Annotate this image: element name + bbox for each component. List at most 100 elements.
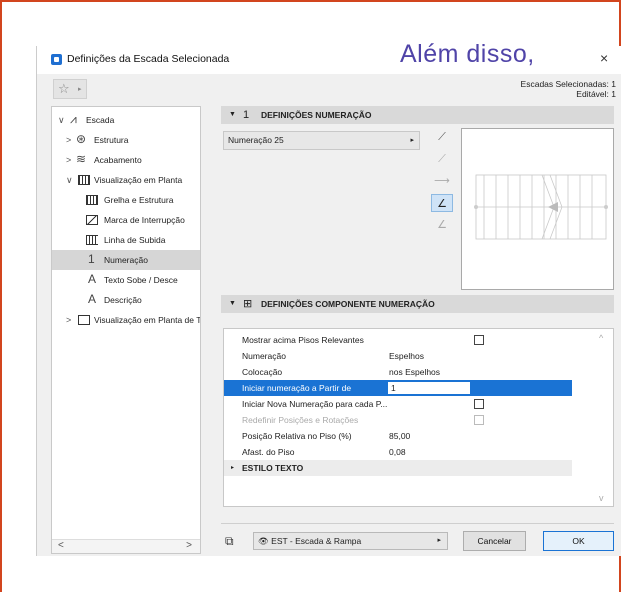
text-icon: A bbox=[88, 272, 97, 286]
show-above-checkbox[interactable] bbox=[474, 335, 484, 345]
orientation-tool-5-icon[interactable]: ∠ bbox=[431, 216, 453, 234]
collapse-icon[interactable]: ▼ bbox=[229, 106, 236, 124]
editable-count: Editável: 1 bbox=[576, 89, 616, 99]
text-icon: A bbox=[88, 292, 97, 306]
prop-row-start-from[interactable]: Iniciar numeração a Partir de 1 bbox=[224, 380, 572, 396]
stair-icon: ⩘ bbox=[70, 112, 77, 126]
close-icon[interactable]: × bbox=[600, 50, 608, 66]
tree-item-walking-line[interactable]: Linha de Subida bbox=[52, 230, 200, 250]
layer-select[interactable]: 👁 EST - Escada & Rampa ▸ bbox=[253, 532, 448, 550]
tree-item-escada[interactable]: ∨ ⩘ Escada bbox=[52, 110, 200, 130]
layer-value: EST - Escada & Rampa bbox=[271, 536, 362, 546]
tree-item-label: Estrutura bbox=[94, 135, 129, 145]
scroll-up-icon[interactable]: ^ bbox=[599, 333, 603, 343]
chevron-right-icon: ▸ bbox=[410, 137, 414, 144]
tree-item-label: Numeração bbox=[104, 255, 148, 265]
prop-label: Colocação bbox=[242, 367, 283, 377]
subsection-title: ESTILO TEXTO bbox=[242, 463, 304, 473]
scroll-down-icon[interactable]: v bbox=[599, 493, 604, 503]
chevron-right-icon: ▸ bbox=[78, 86, 82, 93]
props-scrollbar[interactable]: ^ v bbox=[599, 333, 609, 503]
favorites-bar: ☆ ▸ Escadas Selecionadas: 1 Editável: 1 bbox=[37, 74, 621, 104]
favorites-button[interactable]: ☆ ▸ bbox=[53, 79, 87, 99]
prop-row-numbering[interactable]: Numeração Espelhos bbox=[224, 348, 572, 364]
prop-row-show-above[interactable]: Mostrar acima Pisos Relevantes bbox=[224, 332, 572, 348]
section-component-header[interactable]: ▼ ⊞ DEFINIÇÕES COMPONENTE NUMERAÇÃO bbox=[221, 295, 614, 313]
tree-item-numbering[interactable]: 1 Numeração bbox=[52, 250, 200, 270]
orientation-tool-2-icon[interactable]: ⟋ bbox=[431, 150, 453, 168]
plan-view-icon bbox=[78, 315, 90, 325]
tree-item-label: Descrição bbox=[104, 295, 142, 305]
prop-value: 85,00 bbox=[389, 431, 411, 441]
expand-icon[interactable]: ▸ bbox=[231, 460, 234, 476]
star-icon: ☆ bbox=[58, 81, 70, 96]
prop-label: Iniciar numeração a Partir de bbox=[242, 383, 352, 393]
prop-label: Numeração bbox=[242, 351, 286, 361]
prop-label: Afast. do Piso bbox=[242, 447, 295, 457]
tree-item-plan-view[interactable]: ∨ Visualização em Planta bbox=[52, 170, 200, 190]
chevron-right-icon: ▸ bbox=[437, 537, 441, 544]
component-numbering-icon: ⊞ bbox=[243, 298, 253, 310]
cancel-button[interactable]: Cancelar bbox=[463, 531, 526, 551]
tree-item-label: Texto Sobe / Desce bbox=[104, 275, 178, 285]
numbering-icon: 1 bbox=[243, 109, 250, 121]
prop-row-relative-position[interactable]: Posição Relativa no Piso (%) 85,00 bbox=[224, 428, 572, 444]
chevron-right-icon[interactable]: > bbox=[66, 310, 71, 330]
reset-positions-checkbox bbox=[474, 415, 484, 425]
tree-item-plan-view-t[interactable]: > Visualização em Planta de T bbox=[52, 310, 201, 330]
settings-tree: ∨ ⩘ Escada > ⊛ Estrutura > ≋ Acabamento … bbox=[51, 106, 201, 554]
collapse-icon[interactable]: ▼ bbox=[229, 295, 236, 313]
prop-value: Espelhos bbox=[389, 351, 424, 361]
tree-item-description[interactable]: A Descrição bbox=[52, 290, 200, 310]
tree-horizontal-scrollbar[interactable]: < > bbox=[52, 539, 200, 553]
tree-item-grid-structure[interactable]: Grelha e Estrutura bbox=[52, 190, 200, 210]
prop-value: 0,08 bbox=[389, 447, 406, 457]
tree-item-label: Escada bbox=[86, 115, 115, 125]
eye-icon: 👁 bbox=[258, 536, 269, 546]
section-numbering-header[interactable]: ▼ 1 DEFINIÇÕES NUMERAÇÃO bbox=[221, 106, 614, 124]
stair-preview bbox=[461, 128, 614, 290]
prop-label: Posição Relativa no Piso (%) bbox=[242, 431, 352, 441]
layers-icon: ⧉ bbox=[225, 534, 234, 548]
section-title: DEFINIÇÕES COMPONENTE NUMERAÇÃO bbox=[261, 299, 435, 309]
orientation-tool-3-icon[interactable]: ⟶ bbox=[431, 172, 453, 190]
start-from-input[interactable]: 1 bbox=[387, 381, 471, 395]
prop-row-restart-each[interactable]: Iniciar Nova Numeração para cada P... bbox=[224, 396, 572, 412]
finish-icon: ≋ bbox=[76, 152, 87, 166]
title-bar: Definições da Escada Selecionada Além di… bbox=[37, 40, 621, 74]
ok-button[interactable]: OK bbox=[543, 531, 614, 551]
chevron-down-icon[interactable]: ∨ bbox=[58, 110, 65, 130]
chevron-right-icon[interactable]: > bbox=[66, 150, 71, 170]
stair-settings-dialog: Definições da Escada Selecionada Além di… bbox=[36, 40, 621, 556]
plan-view-icon bbox=[78, 175, 90, 185]
footer-divider bbox=[221, 523, 614, 524]
selected-count: Escadas Selecionadas: 1 bbox=[520, 79, 616, 89]
tree-item-label: Marca de Interrupção bbox=[104, 215, 185, 225]
break-mark-icon bbox=[86, 215, 98, 225]
numbering-style-value: Numeração 25 bbox=[228, 135, 284, 145]
tree-item-up-down-text[interactable]: A Texto Sobe / Desce bbox=[52, 270, 200, 290]
prop-row-placement[interactable]: Colocação nos Espelhos bbox=[224, 364, 572, 380]
prop-label: Iniciar Nova Numeração para cada P... bbox=[242, 399, 388, 409]
tree-item-label: Visualização em Planta de T bbox=[94, 315, 201, 325]
tree-item-label: Grelha e Estrutura bbox=[104, 195, 174, 205]
scroll-right-icon[interactable]: > bbox=[186, 540, 192, 551]
tree-item-label: Linha de Subida bbox=[104, 235, 166, 245]
tree-item-estrutura[interactable]: > ⊛ Estrutura bbox=[52, 130, 200, 150]
app-icon bbox=[51, 54, 62, 65]
orientation-tool-4-icon[interactable]: ∠ bbox=[431, 194, 453, 212]
numbering-style-select[interactable]: Numeração 25 ▸ bbox=[223, 131, 420, 150]
prop-label: Mostrar acima Pisos Relevantes bbox=[242, 335, 364, 345]
subsection-text-style[interactable]: ▸ ESTILO TEXTO bbox=[224, 460, 572, 476]
chevron-down-icon[interactable]: ∨ bbox=[66, 170, 73, 190]
scroll-left-icon[interactable]: < bbox=[58, 540, 64, 551]
overlay-caption: Além disso, bbox=[400, 40, 535, 68]
orientation-tool-1-icon[interactable]: ⟋ bbox=[431, 128, 453, 146]
restart-each-checkbox[interactable] bbox=[474, 399, 484, 409]
prop-row-reset-positions: Redefinir Posições e Rotações bbox=[224, 412, 572, 428]
tree-item-acabamento[interactable]: > ≋ Acabamento bbox=[52, 150, 200, 170]
prop-row-offset[interactable]: Afast. do Piso 0,08 bbox=[224, 444, 572, 460]
stair-preview-drawing bbox=[474, 174, 608, 240]
chevron-right-icon[interactable]: > bbox=[66, 130, 71, 150]
tree-item-break-mark[interactable]: Marca de Interrupção bbox=[52, 210, 200, 230]
